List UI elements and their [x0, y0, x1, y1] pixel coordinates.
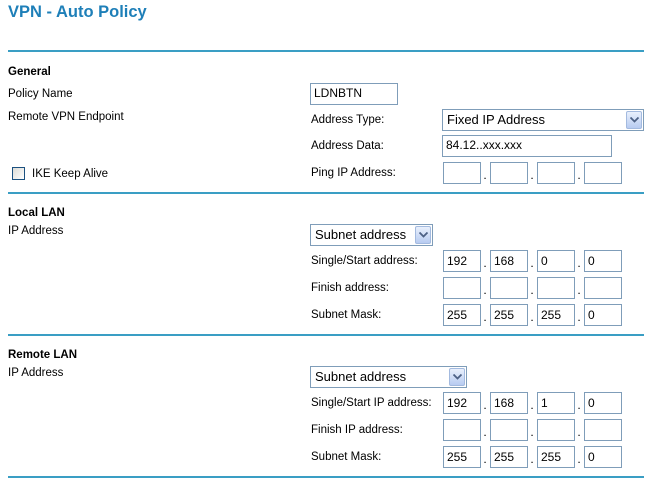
general-header: General — [8, 66, 51, 78]
ike-keep-alive-checkbox[interactable] — [12, 167, 25, 180]
page-title: VPN - Auto Policy — [8, 3, 147, 21]
remote-ip-address-label: IP Address — [8, 367, 64, 379]
local-start-octet-2[interactable]: 168 — [490, 250, 528, 272]
remote-start-octet-2[interactable]: 168 — [490, 392, 528, 414]
local-mask-octet-2[interactable]: 255 — [490, 304, 528, 326]
remote-finish-octet-2[interactable] — [490, 419, 528, 441]
chevron-down-icon[interactable] — [415, 226, 431, 244]
remote-lan-header: Remote LAN — [8, 349, 78, 361]
ping-ip-octet-1[interactable] — [443, 162, 481, 184]
remote-mask-octet-3[interactable]: 255 — [537, 446, 575, 468]
local-finish-octet-2[interactable] — [490, 277, 528, 299]
remote-mask-octet-2[interactable]: 255 — [490, 446, 528, 468]
remote-start-label: Single/Start IP address: — [311, 397, 432, 409]
remote-endpoint-label: Remote VPN Endpoint — [8, 111, 124, 123]
ping-ip-octet-2[interactable] — [490, 162, 528, 184]
address-type-value: Fixed IP Address — [447, 112, 546, 127]
remote-start-octet-4[interactable]: 0 — [584, 392, 622, 414]
remote-start-octet-3[interactable]: 1 — [537, 392, 575, 414]
policy-name-label: Policy Name — [8, 88, 73, 100]
local-address-type-select[interactable]: Subnet address — [310, 224, 433, 246]
ping-ip-octet-3[interactable] — [537, 162, 575, 184]
local-mask-octet-4[interactable]: 0 — [584, 304, 622, 326]
remote-finish-octet-1[interactable] — [443, 419, 481, 441]
local-finish-octet-4[interactable] — [584, 277, 622, 299]
local-finish-label: Finish address: — [311, 282, 389, 294]
address-data-input[interactable]: 84.12..xxx.xxx — [442, 135, 612, 157]
policy-name-input[interactable]: LDNBTN — [310, 83, 398, 105]
local-mask-octet-3[interactable]: 255 — [537, 304, 575, 326]
remote-mask-octet-4[interactable]: 0 — [584, 446, 622, 468]
local-start-octet-1[interactable]: 192 — [443, 250, 481, 272]
section-divider — [8, 50, 644, 52]
remote-start-octet-1[interactable]: 192 — [443, 392, 481, 414]
chevron-down-icon[interactable] — [449, 368, 465, 386]
local-mask-label: Subnet Mask: — [311, 309, 382, 321]
remote-mask-label: Subnet Mask: — [311, 451, 382, 463]
ping-ip-label: Ping IP Address: — [311, 167, 396, 179]
remote-address-type-select[interactable]: Subnet address — [310, 366, 467, 388]
remote-mask-octet-1[interactable]: 255 — [443, 446, 481, 468]
local-start-octet-4[interactable]: 0 — [584, 250, 622, 272]
local-start-octet-3[interactable]: 0 — [537, 250, 575, 272]
local-mask-octet-1[interactable]: 255 — [443, 304, 481, 326]
chevron-down-icon[interactable] — [626, 111, 642, 129]
address-type-select[interactable]: Fixed IP Address — [442, 109, 644, 131]
local-finish-octet-3[interactable] — [537, 277, 575, 299]
local-lan-header: Local LAN — [8, 207, 65, 219]
local-finish-octet-1[interactable] — [443, 277, 481, 299]
section-divider — [8, 334, 644, 336]
remote-finish-label: Finish IP address: — [311, 424, 403, 436]
local-ip-address-label: IP Address — [8, 225, 64, 237]
ping-ip-octet-4[interactable] — [584, 162, 622, 184]
address-type-label: Address Type: — [311, 114, 385, 126]
remote-address-type-value: Subnet address — [315, 369, 407, 384]
section-divider — [8, 192, 644, 194]
remote-finish-octet-4[interactable] — [584, 419, 622, 441]
local-address-type-value: Subnet address — [315, 227, 407, 242]
address-data-label: Address Data: — [311, 140, 384, 152]
section-divider — [8, 476, 644, 478]
ike-keep-alive-label: IKE Keep Alive — [32, 168, 109, 180]
local-start-label: Single/Start address: — [311, 255, 418, 267]
remote-finish-octet-3[interactable] — [537, 419, 575, 441]
